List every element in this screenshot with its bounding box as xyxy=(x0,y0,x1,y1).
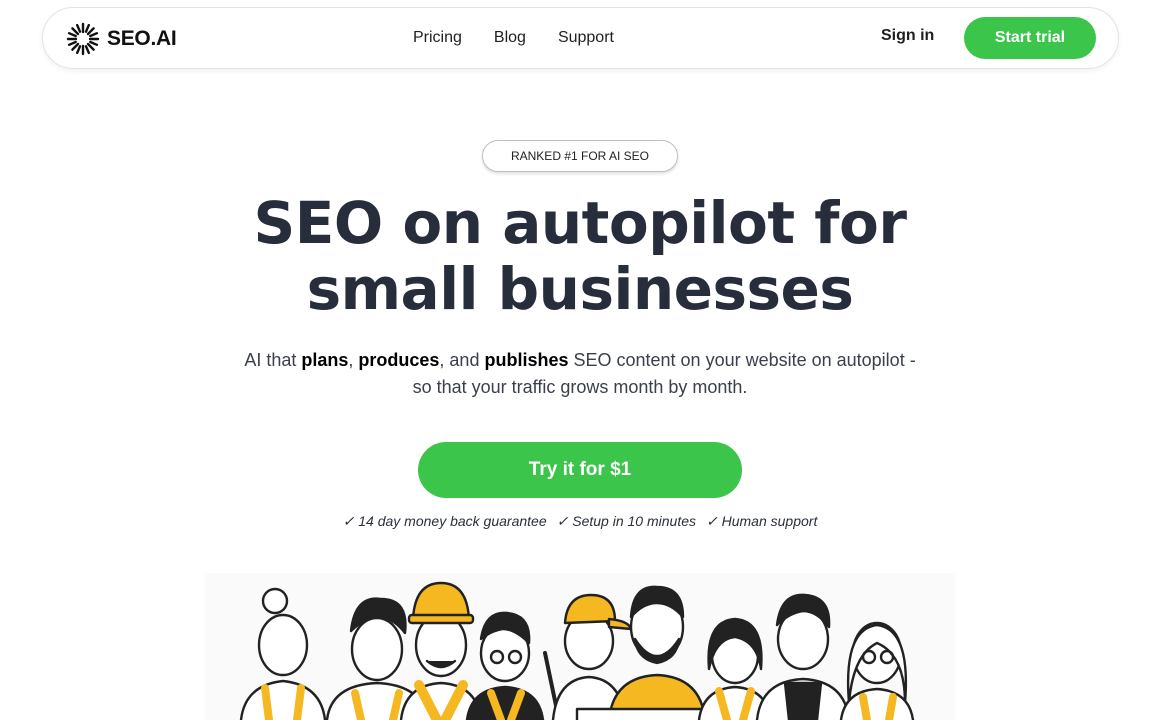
subtext-produces: produces xyxy=(358,350,440,370)
logo[interactable]: SEO.AI xyxy=(65,19,177,59)
page-title-line-2: small businesses xyxy=(306,255,854,323)
top-nav: SEO.AI Pricing Blog Support Sign in Star… xyxy=(42,7,1119,69)
ranking-badge: RANKED #1 FOR AI SEO xyxy=(482,140,678,172)
logo-text: SEO.AI xyxy=(107,27,177,50)
subtext-part-1: AI that xyxy=(244,350,302,370)
small-business-people-illustration xyxy=(205,573,955,720)
subtext-plans: plans xyxy=(301,350,349,370)
subtext-publishes: publishes xyxy=(484,350,569,370)
sunburst-logo-icon xyxy=(66,22,100,56)
nav-link-support[interactable]: Support xyxy=(558,29,614,47)
page-title-line-1: SEO on autopilot for xyxy=(253,189,907,257)
guarantee-setup: ✓ Setup in 10 minutes xyxy=(556,513,696,529)
nav-link-pricing[interactable]: Pricing xyxy=(413,29,462,47)
hero-subtext: AI that plans, produces, and publishes S… xyxy=(240,347,920,401)
guarantee-list: ✓ 14 day money back guarantee ✓ Setup in… xyxy=(0,513,1160,530)
nav-links: Pricing Blog Support xyxy=(413,8,614,68)
start-trial-button[interactable]: Start trial xyxy=(964,17,1096,59)
nav-link-blog[interactable]: Blog xyxy=(494,29,526,47)
people-illustration-svg xyxy=(239,581,915,720)
sign-in-link[interactable]: Sign in xyxy=(881,27,934,45)
guarantee-support: ✓ Human support xyxy=(706,513,818,529)
guarantee-money-back: ✓ 14 day money back guarantee xyxy=(342,513,547,529)
page-title: SEO on autopilot for small businesses xyxy=(0,190,1160,322)
subtext-part-2: , xyxy=(348,350,359,370)
try-it-button[interactable]: Try it for $1 xyxy=(418,442,742,498)
subtext-part-3: , and xyxy=(439,350,485,370)
